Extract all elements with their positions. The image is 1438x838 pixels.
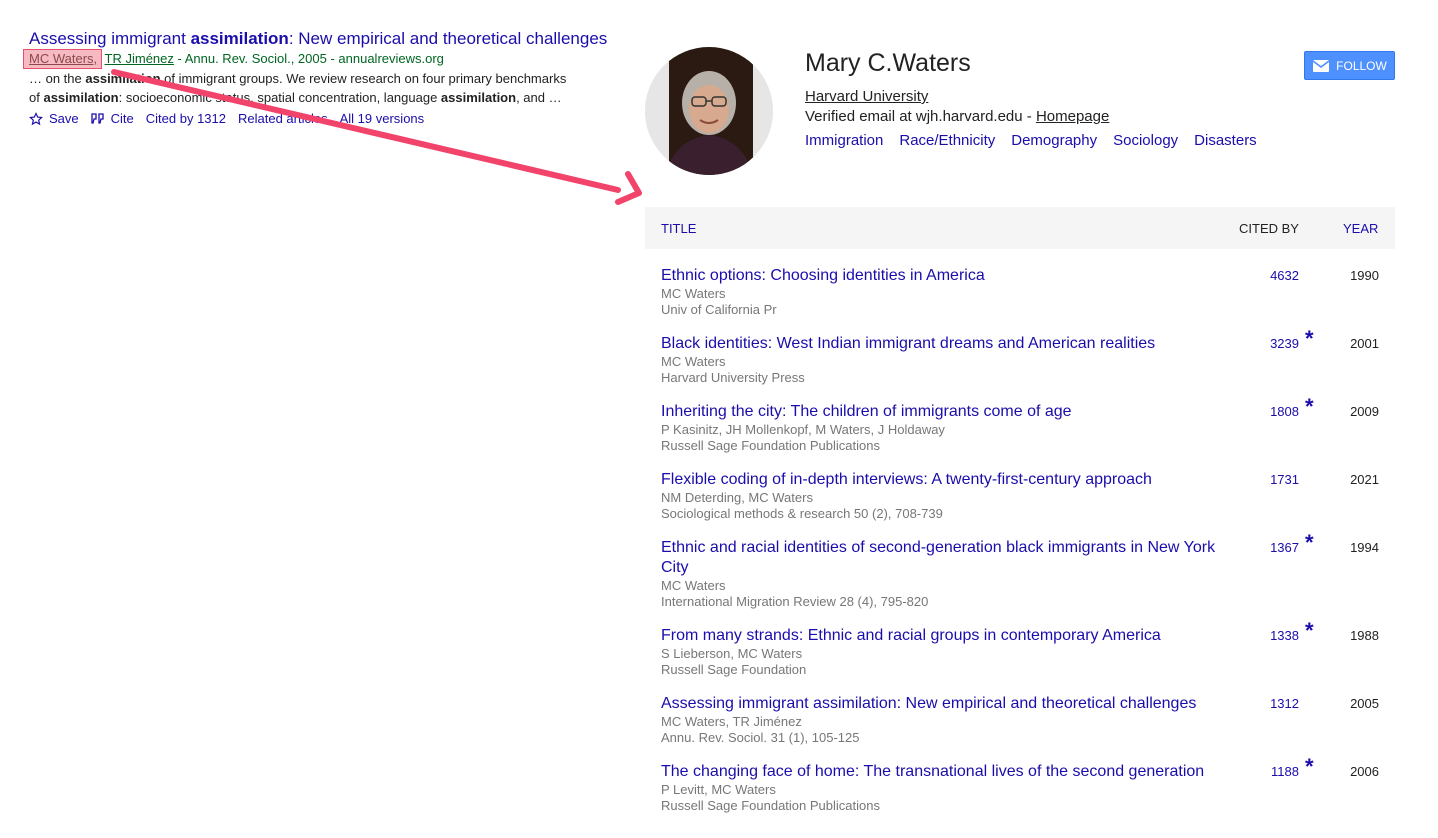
publication-venue: Russell Sage Foundation <box>661 662 807 677</box>
research-interests: Immigration Race/Ethnicity Demography So… <box>805 132 1257 150</box>
publication-authors: P Levitt, MC Waters <box>661 782 776 797</box>
publication-year: 2009 <box>1350 404 1379 419</box>
table-row: Assessing immigrant assimilation: New em… <box>661 694 1395 746</box>
citation-count-link[interactable]: 1312 <box>1258 696 1299 711</box>
table-row: Ethnic and racial identities of second-g… <box>661 530 1395 610</box>
result-snippet: … on the assimilation of immigrant group… <box>29 71 567 105</box>
merged-citation-star[interactable]: * <box>1305 326 1314 352</box>
citation-count-link[interactable]: 1338 <box>1258 628 1299 643</box>
citation-count-link[interactable]: 3239 <box>1258 336 1299 351</box>
table-row: From many strands: Ethnic and racial gro… <box>661 618 1395 678</box>
cited-by-link[interactable]: Cited by 1312 <box>146 110 226 128</box>
result-authors-line: MC Waters, TR Jiménez - Annu. Rev. Socio… <box>22 49 629 69</box>
related-articles-link[interactable]: Related articles <box>238 110 328 128</box>
cite-button[interactable]: Cite <box>90 110 134 128</box>
publication-title-link[interactable]: Assessing immigrant assimilation: New em… <box>661 694 1231 714</box>
publication-year: 2021 <box>1350 472 1379 487</box>
affiliation-link[interactable]: Harvard University <box>805 88 928 106</box>
follow-button[interactable]: FOLLOW <box>1304 51 1395 80</box>
publication-authors: P Kasinitz, JH Mollenkopf, M Waters, J H… <box>661 422 945 437</box>
profile-name: Mary C.Waters <box>805 49 971 77</box>
publication-venue: Russell Sage Foundation Publications <box>661 798 880 813</box>
publication-venue: Annu. Rev. Sociol. 31 (1), 105-125 <box>661 730 860 745</box>
publication-year: 1990 <box>1350 268 1379 283</box>
interest-immigration[interactable]: Immigration <box>805 132 883 150</box>
table-header: TITLE CITED BY YEAR <box>645 207 1395 249</box>
publication-venue: Univ of California Pr <box>661 302 777 317</box>
result-source: - Annu. Rev. Sociol., 2005 - annualrevie… <box>173 51 444 66</box>
publication-title-link[interactable]: Ethnic options: Choosing identities in A… <box>661 266 1231 286</box>
citation-count-link[interactable]: 1188 <box>1258 764 1299 779</box>
star-icon <box>29 112 43 126</box>
table-row: The changing face of home: The transnati… <box>661 754 1395 814</box>
sort-by-year[interactable]: YEAR <box>1343 221 1378 236</box>
citation-count-link[interactable]: 4632 <box>1258 268 1299 283</box>
publication-venue: Russell Sage Foundation Publications <box>661 438 880 453</box>
merged-citation-star[interactable]: * <box>1305 754 1314 780</box>
publication-year: 2005 <box>1350 696 1379 711</box>
publication-authors: MC Waters <box>661 578 726 593</box>
table-row: Inheriting the city: The children of imm… <box>661 394 1395 454</box>
all-versions-link[interactable]: All 19 versions <box>340 110 425 128</box>
quote-icon <box>90 113 104 124</box>
citation-count-link[interactable]: 1808 <box>1258 404 1299 419</box>
publication-authors: S Lieberson, MC Waters <box>661 646 803 661</box>
follow-label: FOLLOW <box>1336 58 1387 73</box>
result-title-link[interactable]: Assessing immigrant assimilation: New em… <box>29 28 629 50</box>
publication-year: 2006 <box>1350 764 1379 779</box>
publication-venue: Harvard University Press <box>661 370 805 385</box>
interest-disasters[interactable]: Disasters <box>1194 132 1257 150</box>
publication-authors: MC Waters, TR Jiménez <box>661 714 802 729</box>
publication-title-link[interactable]: From many strands: Ethnic and racial gro… <box>661 626 1231 646</box>
publication-title-link[interactable]: Ethnic and racial identities of second-g… <box>661 538 1231 578</box>
publication-venue: Sociological methods & research 50 (2), … <box>661 506 943 521</box>
interest-sociology[interactable]: Sociology <box>1113 132 1178 150</box>
cite-label: Cite <box>110 111 134 126</box>
merged-citation-star[interactable]: * <box>1305 618 1314 644</box>
result-title-text: : New empirical and theoretical challeng… <box>288 29 608 48</box>
publication-title-link[interactable]: Black identities: West Indian immigrant … <box>661 334 1231 354</box>
publication-year: 2001 <box>1350 336 1379 351</box>
search-result: Assessing immigrant assimilation: New em… <box>22 28 629 128</box>
merged-citation-star[interactable]: * <box>1305 394 1314 420</box>
author-link-highlighted[interactable]: MC Waters, <box>22 49 103 69</box>
publication-title-link[interactable]: Inheriting the city: The children of imm… <box>661 402 1231 422</box>
verified-email: Verified email at wjh.harvard.edu - Home… <box>805 108 1109 126</box>
citation-count-link[interactable]: 1367 <box>1258 540 1299 555</box>
interest-demography[interactable]: Demography <box>1011 132 1097 150</box>
avatar <box>645 47 773 175</box>
result-title-text: Assessing immigrant <box>29 29 191 48</box>
cited-by-header: CITED BY <box>1239 221 1299 236</box>
publication-year: 1994 <box>1350 540 1379 555</box>
result-actions: Save Cite Cited by 1312 Related articles… <box>29 110 629 128</box>
author-link[interactable]: TR Jiménez <box>105 51 174 66</box>
publication-authors: MC Waters <box>661 354 726 369</box>
table-row: Ethnic options: Choosing identities in A… <box>661 266 1395 318</box>
publication-title-link[interactable]: The changing face of home: The transnati… <box>661 762 1231 782</box>
interest-race-ethnicity[interactable]: Race/Ethnicity <box>899 132 995 150</box>
publication-venue: International Migration Review 28 (4), 7… <box>661 594 929 609</box>
homepage-link[interactable]: Homepage <box>1036 108 1109 125</box>
publication-title-link[interactable]: Flexible coding of in-depth interviews: … <box>661 470 1231 490</box>
email-text: Verified email at wjh.harvard.edu - <box>805 108 1036 125</box>
save-label: Save <box>49 111 79 126</box>
publication-authors: MC Waters <box>661 286 726 301</box>
citation-count-link[interactable]: 1731 <box>1258 472 1299 487</box>
table-row: Black identities: West Indian immigrant … <box>661 326 1395 386</box>
publication-authors: NM Deterding, MC Waters <box>661 490 813 505</box>
sort-by-title[interactable]: TITLE <box>661 221 696 236</box>
merged-citation-star[interactable]: * <box>1305 530 1314 556</box>
mail-icon <box>1312 59 1330 72</box>
save-button[interactable]: Save <box>29 110 79 128</box>
result-title-bold: assimilation <box>190 29 289 48</box>
profile-photo <box>645 47 773 175</box>
publication-year: 1988 <box>1350 628 1379 643</box>
table-row: Flexible coding of in-depth interviews: … <box>661 470 1395 522</box>
